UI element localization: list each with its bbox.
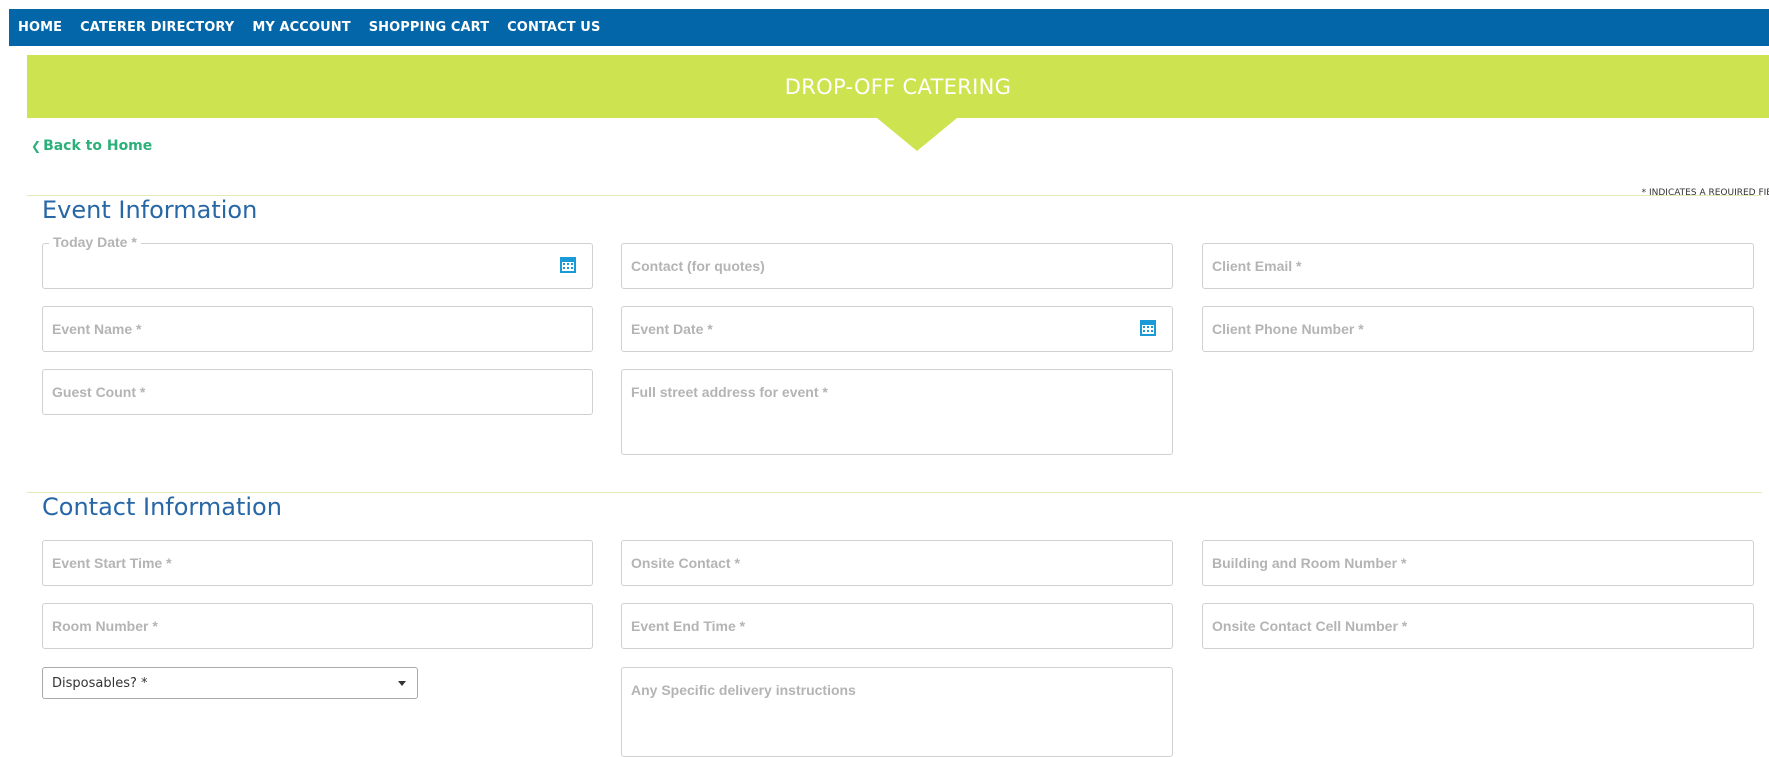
client-phone-placeholder: Client Phone Number * [1212,321,1364,337]
client-phone-field[interactable]: Client Phone Number * [1202,306,1754,352]
guest-count-placeholder: Guest Count * [52,384,146,400]
today-date-label: Today Date * [49,234,141,250]
onsite-contact-placeholder: Onsite Contact * [631,555,740,571]
contact-information-heading: Contact Information [42,493,282,521]
onsite-contact-field[interactable]: Onsite Contact * [621,540,1173,586]
calendar-icon[interactable] [559,256,577,274]
nav-contact-us[interactable]: CONTACT US [507,20,600,35]
room-number-placeholder: Room Number * [52,618,158,634]
delivery-instructions-placeholder: Any Specific delivery instructions [631,682,856,698]
nav-caterer-directory[interactable]: CATERER DIRECTORY [80,20,234,35]
onsite-cell-field[interactable]: Onsite Contact Cell Number * [1202,603,1754,649]
delivery-instructions-textarea[interactable]: Any Specific delivery instructions [621,667,1173,757]
event-end-time-placeholder: Event End Time * [631,618,746,634]
page-title: DROP-OFF CATERING [784,74,1012,99]
event-start-time-placeholder: Event Start Time * [52,555,172,571]
nav-my-account[interactable]: MY ACCOUNT [252,20,350,35]
disposables-value: Disposables? * [52,676,148,691]
top-nav: HOME CATERER DIRECTORY MY ACCOUNT SHOPPI… [9,9,1769,46]
client-email-field[interactable]: Client Email * [1202,243,1754,289]
event-name-placeholder: Event Name * [52,321,142,337]
building-room-placeholder: Building and Room Number * [1212,555,1407,571]
chevron-left-icon: ❮ [31,139,42,153]
client-email-placeholder: Client Email * [1212,258,1302,274]
event-start-time-field[interactable]: Event Start Time * [42,540,593,586]
nav-home[interactable]: HOME [18,20,62,35]
banner-pointer [877,118,957,151]
street-address-textarea[interactable]: Full street address for event * [621,369,1173,455]
section-divider [27,195,1762,196]
street-address-placeholder: Full street address for event * [631,384,828,400]
event-date-field[interactable]: Event Date * [621,306,1173,352]
chevron-down-icon[interactable] [398,681,406,686]
contact-quotes-placeholder: Contact (for quotes) [631,258,765,274]
onsite-cell-placeholder: Onsite Contact Cell Number * [1212,618,1408,634]
guest-count-field[interactable]: Guest Count * [42,369,593,415]
contact-quotes-field[interactable]: Contact (for quotes) [621,243,1173,289]
section-divider [27,492,1762,493]
calendar-icon[interactable] [1139,319,1157,337]
event-name-field[interactable]: Event Name * [42,306,593,352]
disposables-select[interactable]: Disposables? * [42,667,418,699]
event-information-heading: Event Information [42,196,258,224]
nav-shopping-cart[interactable]: SHOPPING CART [369,20,489,35]
event-end-time-field[interactable]: Event End Time * [621,603,1173,649]
back-to-home-link[interactable]: ❮ Back to Home [31,138,152,154]
required-field-note: * INDICATES A REQUIRED FIEL [1641,188,1769,198]
room-number-field[interactable]: Room Number * [42,603,593,649]
page-banner: DROP-OFF CATERING [27,55,1769,118]
today-date-field[interactable]: Today Date * [42,234,593,289]
back-to-home-label: Back to Home [43,138,153,154]
event-date-placeholder: Event Date * [631,321,713,337]
building-room-field[interactable]: Building and Room Number * [1202,540,1754,586]
